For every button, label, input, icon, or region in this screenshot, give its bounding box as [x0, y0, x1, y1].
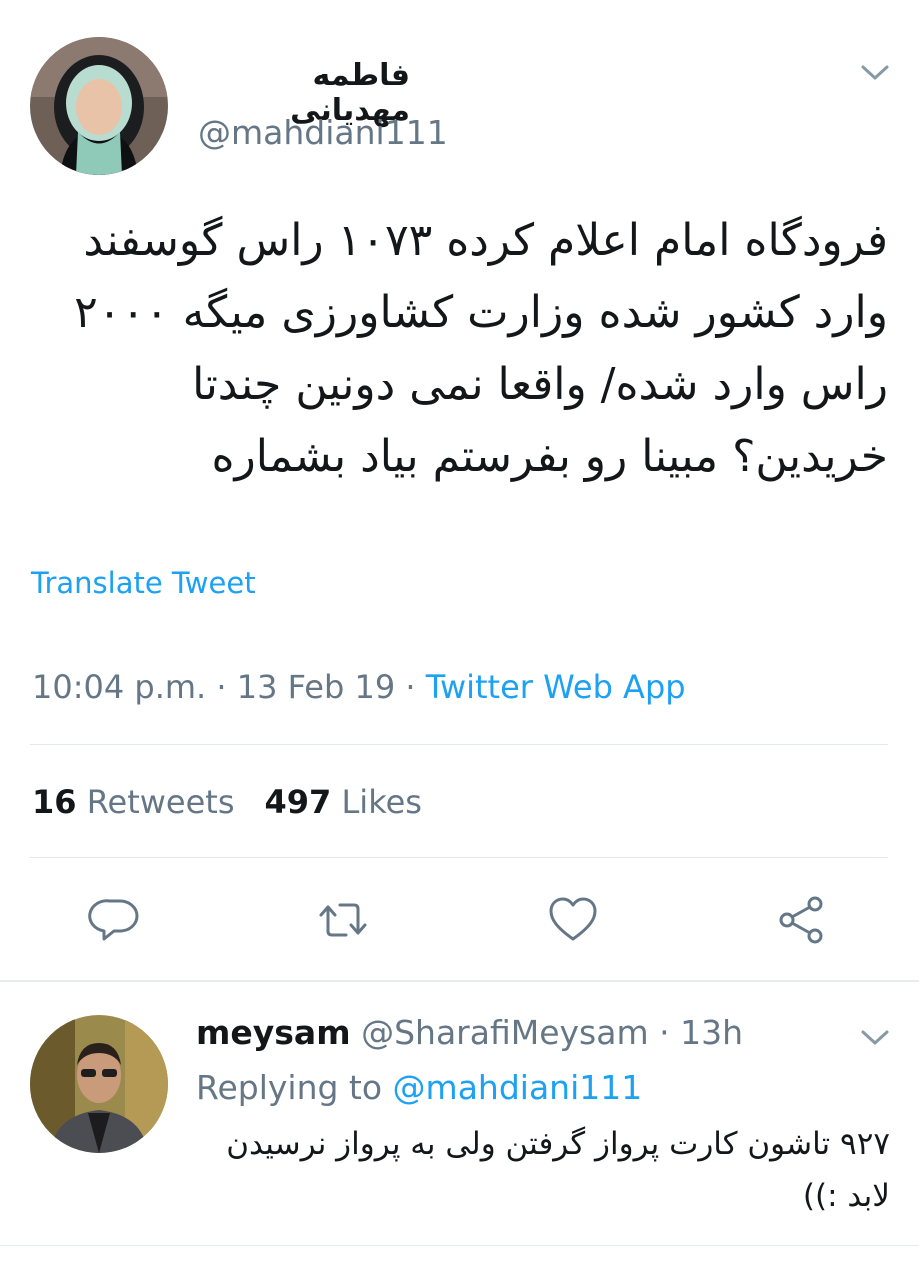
likes-stat[interactable]: 497 Likes [265, 783, 422, 821]
author-handle[interactable]: @mahdiani111 [198, 113, 448, 152]
retweet-icon[interactable] [316, 893, 370, 947]
meta-separator: · [216, 668, 227, 706]
section-divider [0, 980, 919, 982]
reply-separator: · [659, 1013, 670, 1052]
retweets-count: 16 [32, 783, 77, 821]
tweet-text: فرودگاه امام اعلام کرده ۱۰۷۳ راس گوسفند … [74, 215, 888, 482]
meta-separator: · [405, 668, 416, 706]
reply-header: meysam @SharafiMeysam · 13h [196, 1013, 743, 1052]
likes-label: Likes [341, 783, 422, 821]
tweet-stats: 16 Retweets 497 Likes [32, 783, 422, 821]
replying-mention[interactable]: @mahdiani111 [393, 1068, 643, 1107]
chevron-down-icon[interactable] [860, 1028, 890, 1048]
likes-count: 497 [264, 783, 332, 821]
chevron-down-icon[interactable] [860, 63, 890, 83]
reply-author-avatar[interactable] [30, 1015, 168, 1153]
retweets-stat[interactable]: 16 Retweets [32, 783, 235, 821]
tweet-meta: 10:04 p.m. · 13 Feb 19 · Twitter Web App [32, 668, 686, 706]
section-divider [0, 1245, 919, 1246]
tweet-source-link[interactable]: Twitter Web App [426, 668, 686, 706]
reply-time: 13h [680, 1013, 744, 1052]
tweet-time: 10:04 p.m. [32, 668, 207, 706]
author-avatar[interactable] [30, 37, 168, 175]
reply-text: ۹۲۷ تاشون کارت پرواز گرفتن ولی به پرواز … [226, 1126, 890, 1214]
divider [30, 744, 888, 745]
heart-icon[interactable] [546, 893, 600, 947]
share-icon[interactable] [775, 893, 829, 947]
tweet-date: 13 Feb 19 [236, 668, 396, 706]
divider [30, 857, 888, 858]
reply-icon[interactable] [88, 893, 142, 947]
retweets-label: Retweets [86, 783, 235, 821]
translate-tweet-link[interactable]: Translate Tweet [31, 566, 256, 600]
reply-author-handle[interactable]: @SharafiMeysam [361, 1013, 649, 1052]
replying-prefix: Replying to [196, 1068, 383, 1107]
replying-to: Replying to @mahdiani111 [196, 1068, 642, 1107]
reply-author-name[interactable]: meysam [196, 1013, 351, 1052]
